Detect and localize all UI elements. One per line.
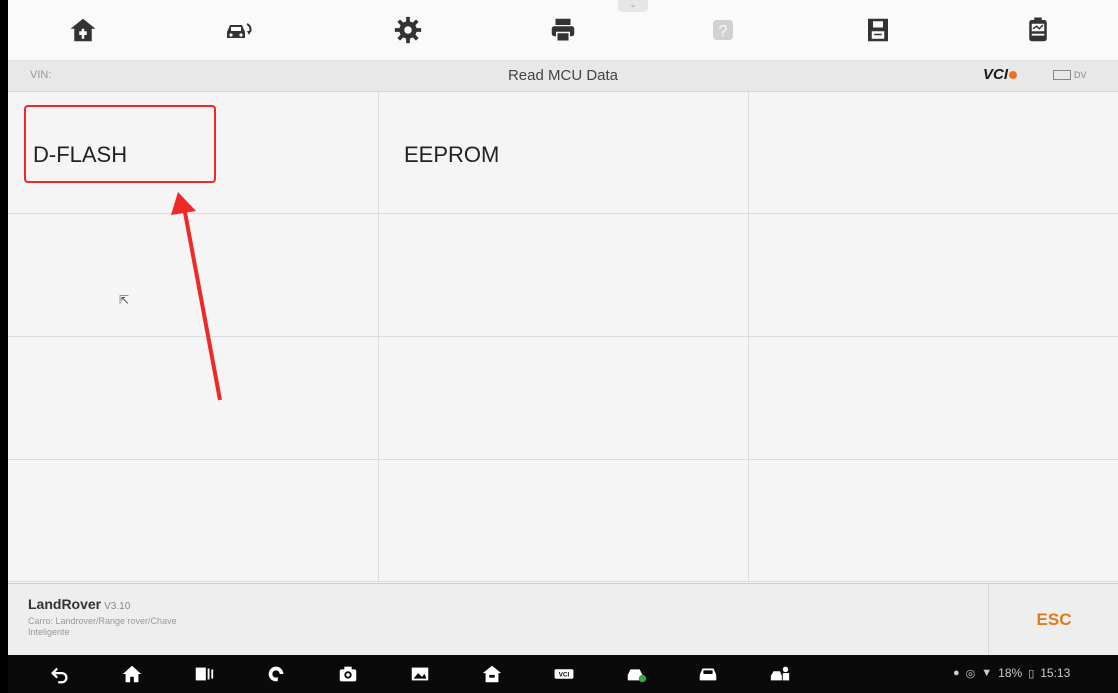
vehicle-diagnose-icon[interactable] — [622, 661, 650, 687]
grid-cell — [749, 92, 1118, 214]
battery-percent: 18% — [998, 666, 1023, 680]
mouse-pointer-icon: ⇱ — [119, 293, 130, 307]
vci-icon[interactable]: VCI — [550, 661, 578, 687]
app-name: LandRover V3.10 — [28, 596, 130, 612]
app-screen: ⌄ ? VIN: Read MCU Data VCI DV D-FLASH EE… — [8, 0, 1118, 693]
footer-bar: LandRover V3.10 Carro: Landrover/Range ro… — [8, 583, 1118, 656]
grid-cell — [8, 214, 379, 337]
screenshot-icon[interactable] — [334, 661, 362, 687]
vehicle-path-line2: Inteligente — [28, 627, 70, 637]
vehicle-path-line1: Carro: Landrover/Range rover/Chave — [28, 616, 177, 626]
android-home-icon[interactable] — [118, 661, 146, 687]
vehicle-path: Carro: Landrover/Range rover/Chave Intel… — [28, 616, 288, 638]
vehicle-swap-icon[interactable] — [218, 10, 258, 50]
vci-status: VCI — [983, 66, 1018, 83]
grid-cell-d-flash[interactable]: D-FLASH — [8, 92, 379, 214]
home-icon[interactable] — [63, 10, 103, 50]
vehicle-user-icon[interactable] — [766, 661, 794, 687]
status-bar: ● ◎ ▼ 18% ▯ 15:13 — [953, 666, 1070, 680]
grid-cell — [749, 460, 1118, 582]
grid-cell-eeprom[interactable]: EEPROM — [379, 92, 749, 214]
battery-status-icon: ▯ — [1028, 667, 1035, 680]
message-icon: ● — [953, 667, 960, 679]
grid-cell — [8, 337, 379, 460]
eeprom-label: EEPROM — [404, 142, 500, 167]
car-icon[interactable] — [694, 661, 722, 687]
vci-status-dot — [1009, 71, 1018, 79]
red-highlight-box — [24, 105, 216, 183]
back-icon[interactable] — [46, 661, 74, 687]
grid-cell — [379, 460, 749, 582]
battery-label: DV — [1074, 70, 1087, 80]
refresh-icon[interactable] — [262, 661, 290, 687]
battery-voltage: DV — [1053, 70, 1087, 80]
grid-cell — [379, 214, 749, 337]
function-grid: D-FLASH EEPROM — [8, 92, 1118, 582]
app-version: V3.10 — [104, 601, 131, 612]
save-icon[interactable] — [858, 10, 898, 50]
app-name-text: LandRover — [28, 596, 102, 612]
grid-cell — [8, 460, 379, 582]
wifi-icon: ▼ — [981, 667, 993, 679]
page-title: Read MCU Data — [507, 67, 619, 84]
svg-text:?: ? — [718, 22, 727, 40]
print-icon[interactable] — [543, 10, 583, 50]
svg-text:VCI: VCI — [559, 672, 570, 679]
vci-label: VCI — [983, 66, 1009, 83]
app-home-icon[interactable] — [478, 661, 506, 687]
report-icon[interactable] — [1018, 10, 1058, 50]
recent-apps-icon[interactable] — [190, 661, 218, 687]
top-toolbar: ⌄ ? — [8, 0, 1118, 61]
android-nav-bar: VCI ● ◎ ▼ 18% ▯ 15:13 — [8, 655, 1118, 693]
header-bar: VIN: Read MCU Data VCI DV — [8, 61, 1118, 92]
help-icon[interactable]: ? — [703, 10, 743, 50]
sync-icon: ◎ — [965, 667, 976, 680]
grid-cell — [749, 214, 1118, 337]
clock: 15:13 — [1040, 666, 1071, 680]
pull-down-tab[interactable]: ⌄ — [618, 0, 648, 12]
esc-button[interactable]: ESC — [988, 584, 1118, 656]
image-icon[interactable] — [406, 661, 434, 687]
settings-icon[interactable] — [388, 10, 428, 50]
battery-icon — [1053, 70, 1071, 80]
grid-cell — [379, 337, 749, 460]
grid-cell — [749, 337, 1118, 460]
